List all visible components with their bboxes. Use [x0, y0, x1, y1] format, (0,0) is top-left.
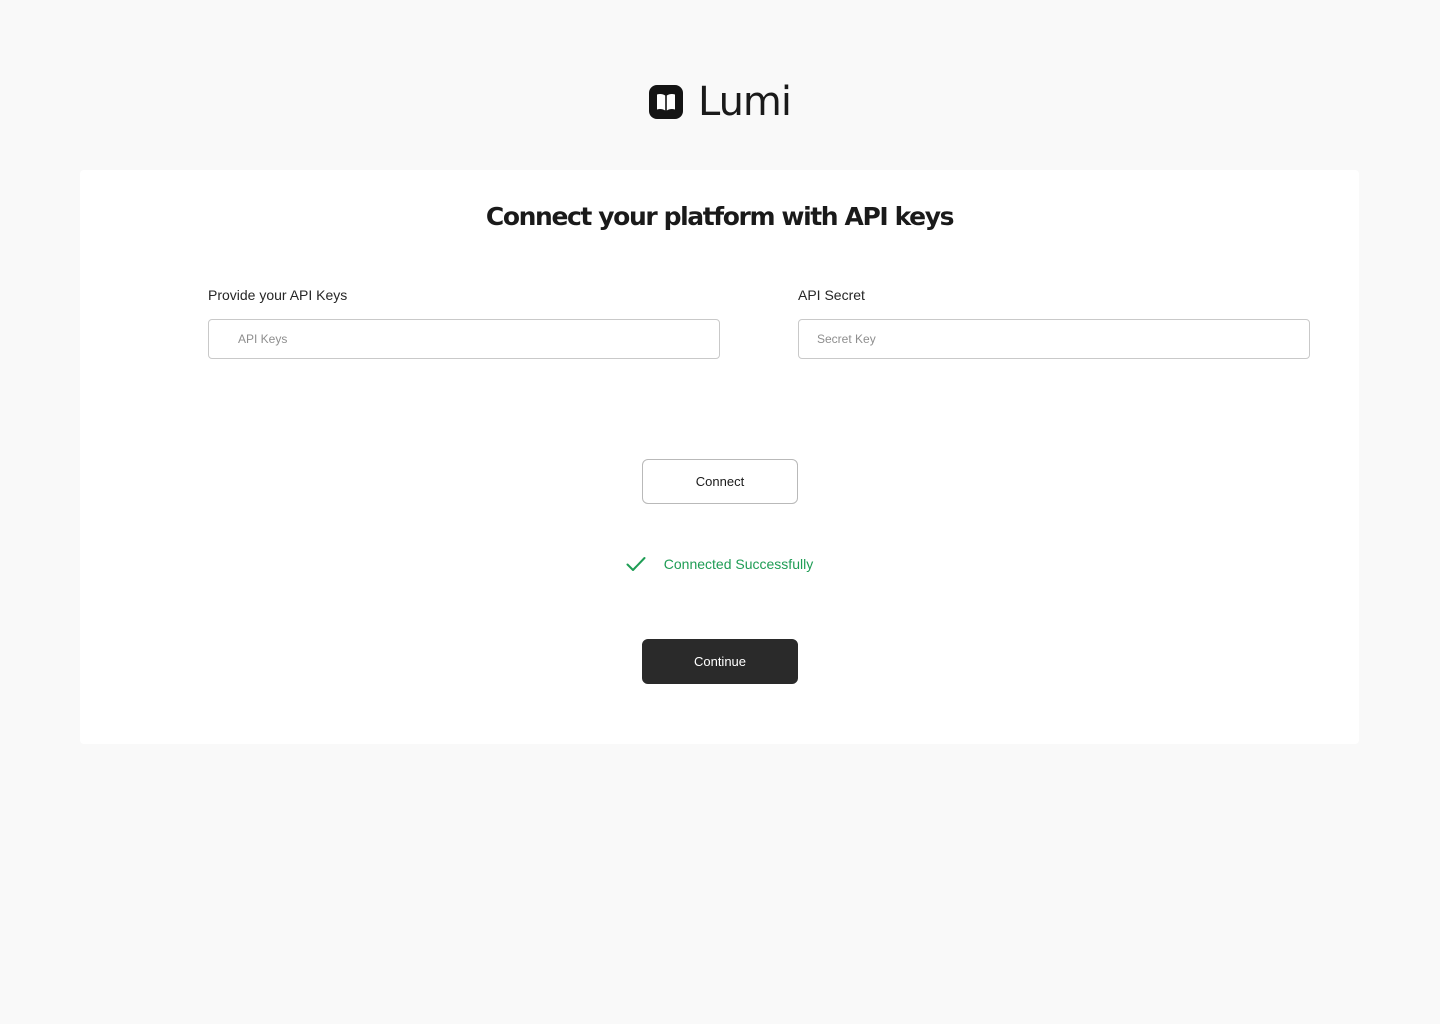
connect-card: Connect your platform with API keys Prov… [80, 170, 1359, 744]
api-secret-input[interactable] [798, 319, 1310, 359]
brand-name: Lumi [697, 79, 792, 125]
brand: Lumi [0, 80, 1440, 124]
status-text: Connected Successfully [663, 556, 814, 572]
api-keys-input[interactable] [208, 319, 720, 359]
api-secret-label: API Secret [798, 287, 865, 303]
api-secret-field-group: API Secret [798, 287, 1310, 359]
connection-status: Connected Successfully [80, 553, 1359, 575]
continue-button[interactable]: Continue [642, 639, 798, 684]
page-title: Connect your platform with API keys [485, 202, 955, 231]
api-keys-label: Provide your API Keys [208, 287, 348, 303]
book-icon [648, 85, 683, 119]
api-keys-field-group: Provide your API Keys [208, 287, 720, 359]
check-icon [626, 557, 646, 571]
connect-button[interactable]: Connect [642, 459, 798, 504]
